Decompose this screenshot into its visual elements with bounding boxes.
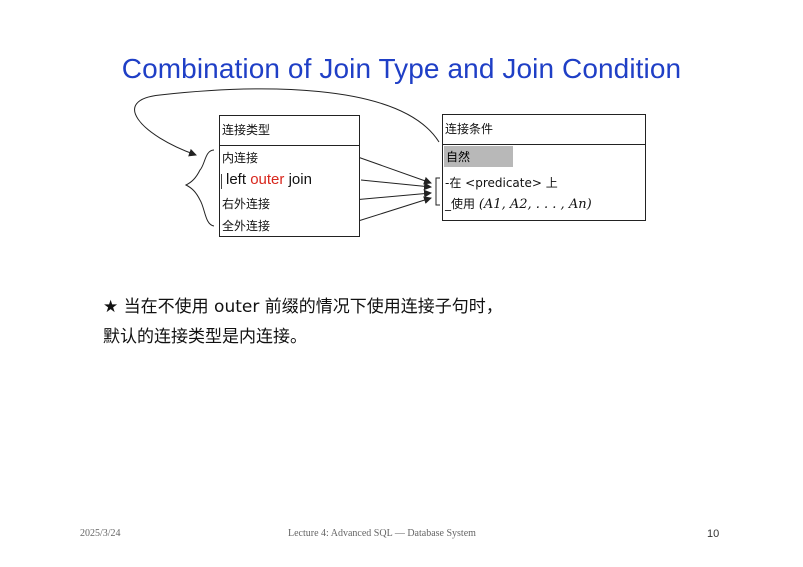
note-line-2: 默认的连接类型是内连接。	[103, 327, 307, 347]
left-word: left	[226, 171, 247, 188]
using-columns-row: _使用 (A1, A2, . . . , An)	[445, 195, 592, 212]
left-bar	[221, 174, 222, 189]
outer-keyword: outer	[250, 171, 285, 188]
target-bracket	[435, 177, 440, 206]
using-label: _使用	[445, 197, 476, 211]
inner-join-row: 内连接	[222, 151, 259, 165]
join-condition-header: 连接条件	[443, 115, 645, 145]
note-line-1: ★ 当在不使用 outer 前缀的情况下使用连接子句时，	[103, 297, 503, 317]
arrow-full-outer	[354, 196, 432, 223]
brace	[184, 149, 215, 227]
arrow-inner	[354, 155, 432, 185]
note-text: ★ 当在不使用 outer 前缀的情况下使用连接子句时， 默认的连接类型是内连接…	[103, 292, 663, 352]
page-number: 10	[707, 528, 720, 540]
using-expression: (A1, A2, . . . , An)	[478, 197, 592, 212]
arrow-right-outer	[352, 189, 432, 201]
natural-condition-row: 自然	[444, 146, 513, 167]
footer-date: 2025/3/24	[80, 528, 121, 539]
left-outer-join-row: left outer join	[226, 171, 312, 188]
on-predicate-row: -在 <predicate> 上	[445, 176, 558, 190]
join-type-header: 连接类型	[220, 116, 359, 146]
connector-arrows	[134, 88, 440, 227]
join-condition-table: 连接条件 自然 -在 <predicate> 上 _使用 (A1, A2, . …	[442, 114, 646, 221]
join-type-table: 连接类型 内连接 left outer join 右外连接 全外连接	[219, 115, 360, 237]
arrow-left-outer	[360, 179, 432, 191]
footer-course: Lecture 4: Advanced SQL — Database Syste…	[288, 528, 476, 539]
full-outer-join-row: 全外连接	[222, 219, 271, 233]
right-outer-join-row: 右外连接	[222, 197, 271, 211]
join-word: join	[288, 171, 312, 188]
